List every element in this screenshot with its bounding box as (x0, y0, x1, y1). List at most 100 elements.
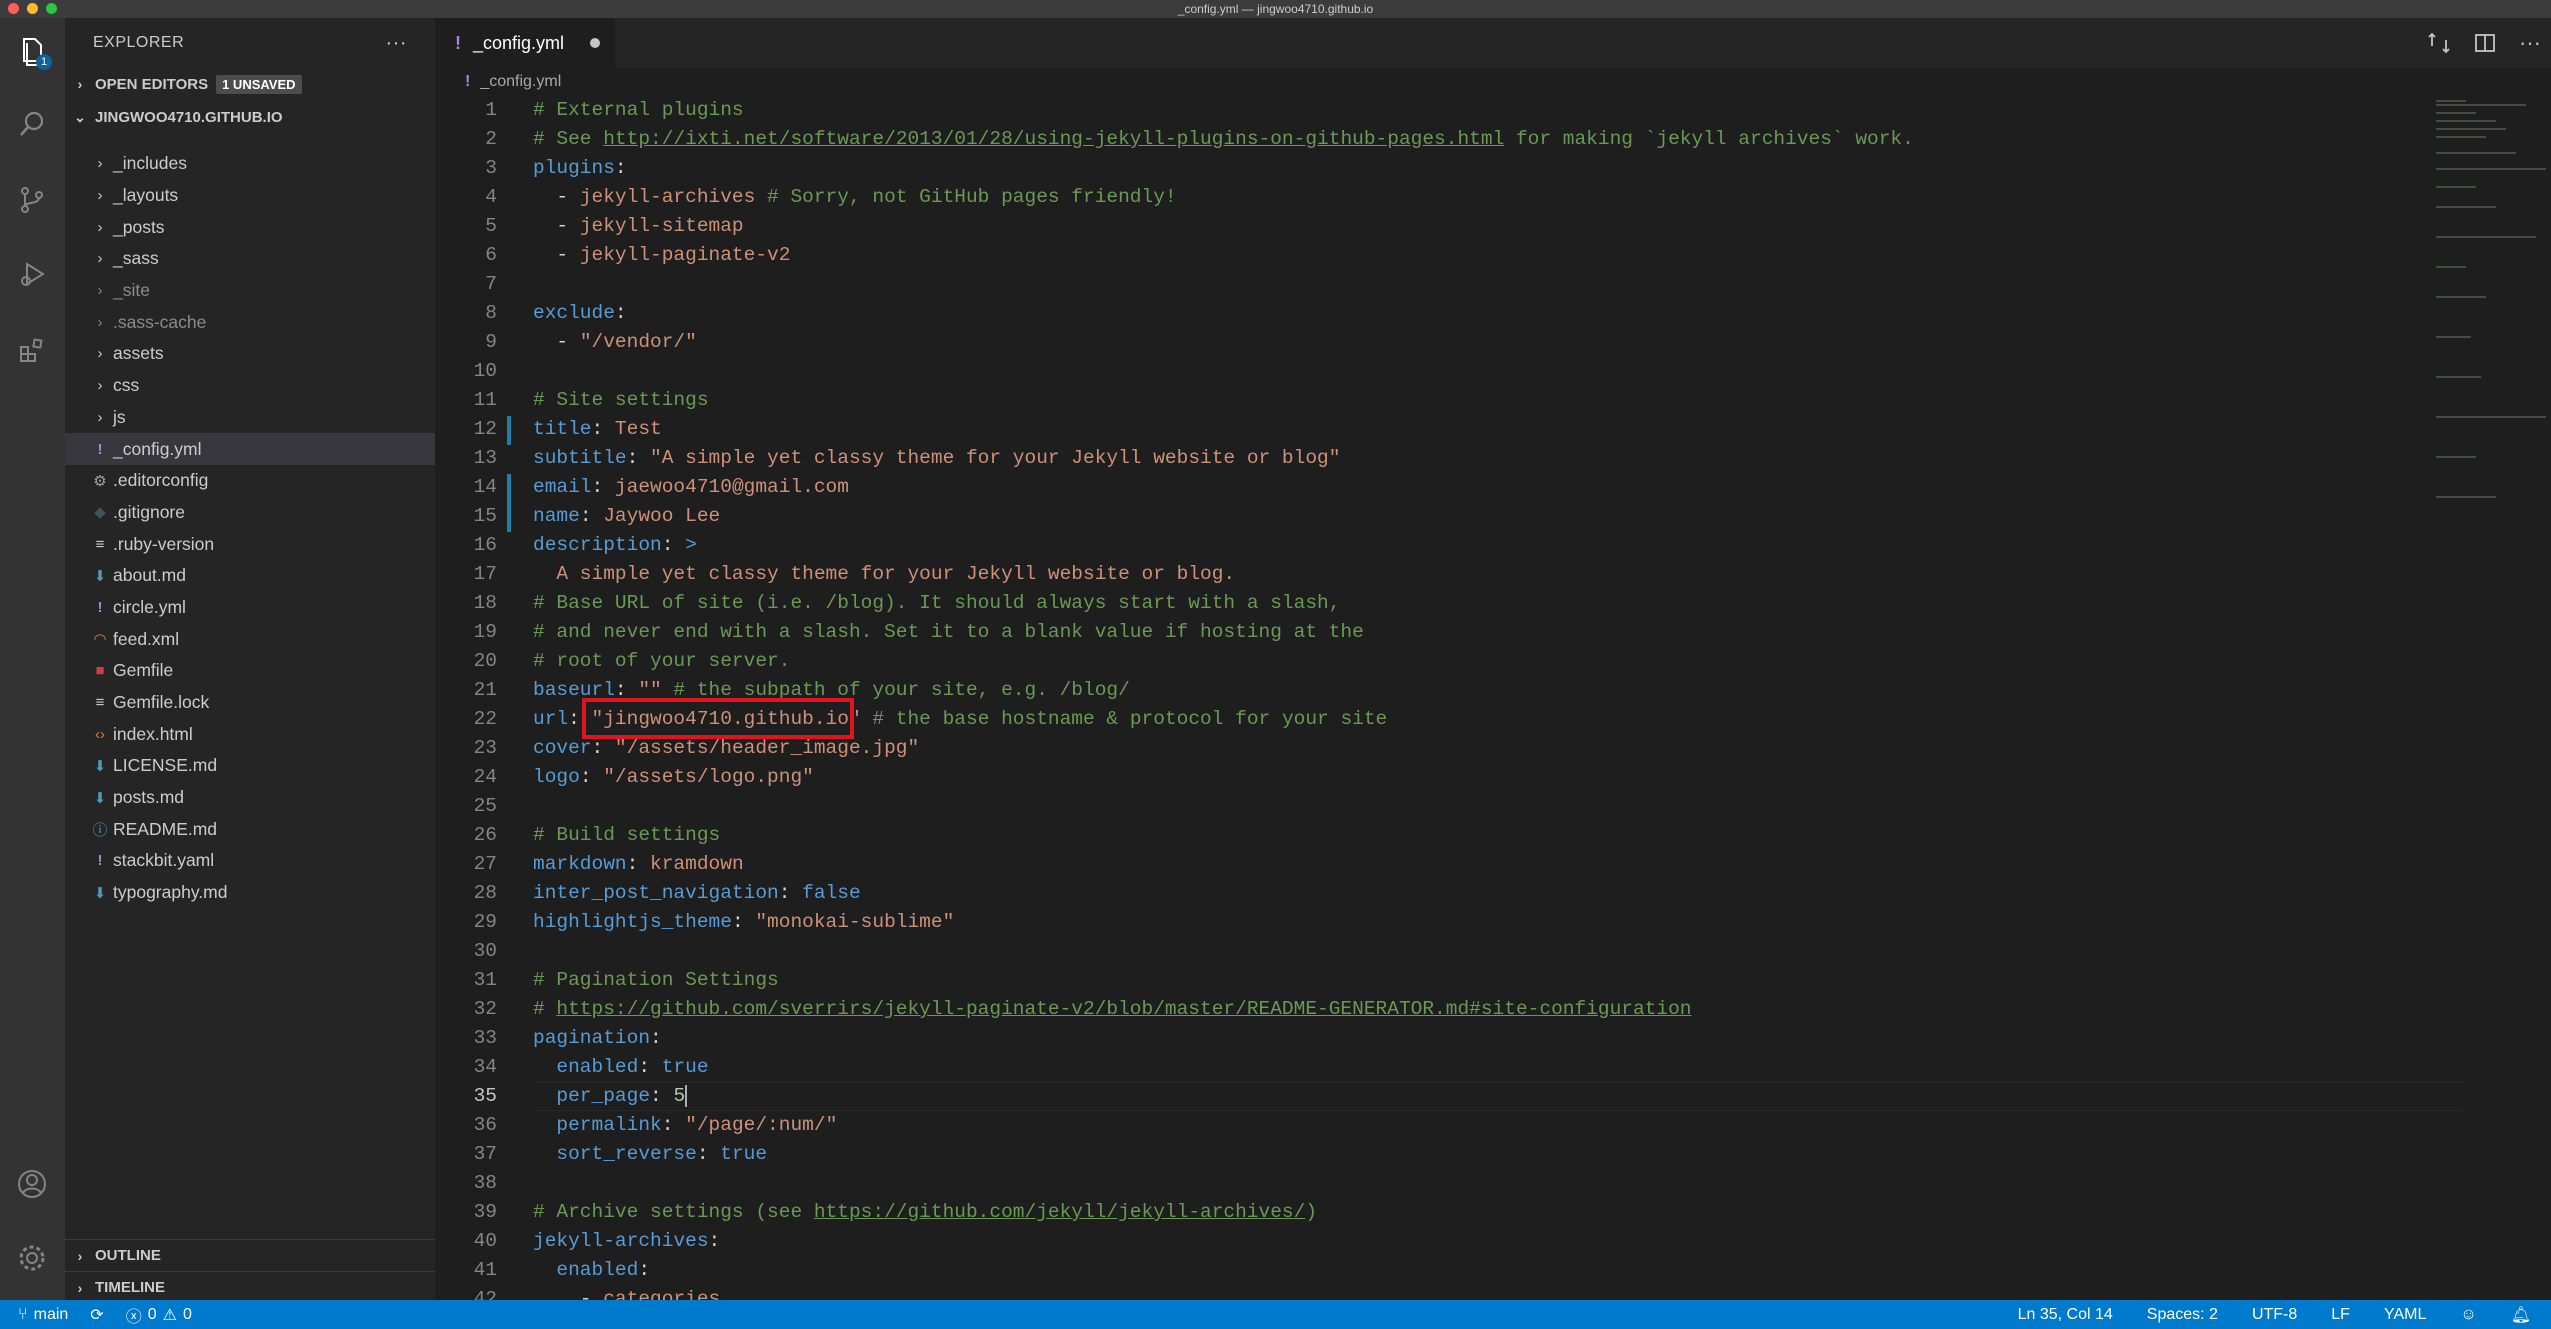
split-editor-icon[interactable] (2473, 31, 2497, 55)
info-file-icon: ⓘ (92, 821, 108, 839)
source-control-icon[interactable] (10, 178, 54, 222)
code-line: 31 # Pagination Settings (435, 966, 2435, 995)
tree-folder[interactable]: › _layouts (65, 180, 435, 212)
tree-file[interactable]: ! _config.yml (65, 433, 435, 465)
timeline-section[interactable]: › TIMELINE (65, 1271, 435, 1303)
code-line: 19 # and never end with a slash. Set it t… (435, 618, 2435, 647)
sync-icon[interactable]: ⟳ (90, 1305, 103, 1325)
warning-count: 0 (182, 1305, 192, 1323)
tree-file[interactable]: ‹› index.html (65, 718, 435, 750)
extensions-icon[interactable] (10, 328, 54, 372)
code-token: "A simple yet classy theme for your Jeky… (650, 447, 1341, 469)
code-token: jaewoo4710@gmail.com (614, 476, 849, 498)
zoom-window-button[interactable] (46, 3, 57, 14)
code-editor[interactable]: 1 # External plugins 2 # See http://ixti.n… (435, 96, 2551, 1300)
minimize-window-button[interactable] (27, 3, 38, 14)
tree-folder[interactable]: › _sass (65, 243, 435, 275)
tree-file[interactable]: ◆ .gitignore (65, 497, 435, 529)
code-token: "/assets/header_image.jpg" (614, 737, 920, 759)
run-debug-icon[interactable] (10, 252, 54, 296)
line-number: 12 (473, 418, 497, 440)
explorer-icon[interactable]: 1 (10, 30, 54, 74)
tree-file[interactable]: ⓘ README.md (65, 813, 435, 845)
tree-file[interactable]: ≡ .ruby-version (65, 528, 435, 560)
code-line: 35 per_page: 5 (435, 1082, 2435, 1111)
tree-file[interactable]: ! stackbit.yaml (65, 845, 435, 877)
tree-folder[interactable]: › assets (65, 338, 435, 370)
tree-folder-label: .sass-cache (113, 311, 207, 332)
rss-file-icon: ◠ (93, 631, 107, 649)
settings-gear-icon[interactable] (10, 1236, 54, 1280)
account-icon[interactable] (10, 1162, 54, 1206)
line-number: 10 (473, 360, 497, 382)
tree-file[interactable]: ⚙ .editorconfig (65, 465, 435, 497)
window-title: _config.yml — jingwoo4710.github.io (1177, 2, 1374, 16)
code-line: 26 # Build settings (435, 821, 2435, 850)
code-token: # (533, 998, 557, 1020)
tree-file-label: about.md (113, 565, 186, 586)
branch-status[interactable]: ⑂ main (18, 1306, 68, 1324)
gear-file-icon: ⚙ (93, 472, 107, 490)
tree-file[interactable]: ⬇ LICENSE.md (65, 750, 435, 782)
notifications-bell-icon[interactable]: 🔔︎ (2511, 1305, 2531, 1325)
explorer-more-button[interactable]: ··· (386, 32, 407, 55)
code-token: logo (533, 766, 580, 788)
line-number: 39 (473, 1201, 497, 1223)
tree-folder[interactable]: › _posts (65, 211, 435, 243)
more-actions-icon[interactable]: ··· (2519, 30, 2541, 56)
tree-file[interactable]: ◠ feed.xml (65, 623, 435, 655)
close-window-button[interactable] (8, 3, 19, 14)
code-token: kramdown (650, 853, 744, 875)
language-mode[interactable]: YAML (2384, 1306, 2426, 1324)
code-link[interactable]: https://github.com/jekyll/jekyll-archive… (814, 1201, 1305, 1223)
tree-file-label: _config.yml (113, 438, 202, 459)
line-number: 18 (473, 592, 497, 614)
code-line: 32 # https://github.com/sverrirs/jekyll-p… (435, 995, 2435, 1024)
eol-status[interactable]: LF (2331, 1306, 2350, 1324)
tree-folder[interactable]: › _includes (65, 148, 435, 180)
feedback-icon[interactable]: ☺ (2460, 1306, 2476, 1324)
code-token: markdown (533, 853, 627, 875)
code-token: inter_post_navigation (533, 882, 779, 904)
code-line: 36 permalink: "/page/:num/" (435, 1111, 2435, 1140)
cursor-position[interactable]: Ln 35, Col 14 (2018, 1306, 2113, 1324)
code-token: sort_reverse (556, 1143, 697, 1165)
breadcrumb-file[interactable]: _config.yml (480, 73, 561, 91)
tree-folder-label: _site (113, 280, 150, 301)
code-link[interactable]: https://github.com/sverrirs/jekyll-pagin… (556, 998, 1691, 1020)
indentation-status[interactable]: Spaces: 2 (2147, 1306, 2218, 1324)
code-line: 14 email: jaewoo4710@gmail.com (435, 473, 2435, 502)
chevron-right-icon: › (77, 76, 83, 92)
tree-file[interactable]: ⬇ posts.md (65, 782, 435, 814)
tree-folder-label: assets (113, 343, 164, 364)
tree-folder[interactable]: › .sass-cache (65, 306, 435, 338)
code-token: cover (533, 737, 592, 759)
open-changes-icon[interactable] (2427, 31, 2451, 55)
code-link[interactable]: http://ixti.net/software/2013/01/28/usin… (603, 128, 1504, 150)
outline-section[interactable]: › OUTLINE (65, 1239, 435, 1271)
workspace-section[interactable]: ⌄ JINGWOO4710.GITHUB.IO (65, 100, 435, 134)
timeline-label: TIMELINE (95, 1279, 165, 1296)
editor-tab-bar: ! _config.yml ··· (435, 18, 2551, 68)
tree-folder[interactable]: › css (65, 370, 435, 402)
encoding-status[interactable]: UTF-8 (2252, 1306, 2297, 1324)
tree-folder[interactable]: › js (65, 402, 435, 434)
line-number: 37 (473, 1143, 497, 1165)
line-number: 17 (473, 563, 497, 585)
tree-file[interactable]: ⬇ about.md (65, 560, 435, 592)
problems-status[interactable]: ⓧ 0 ⚠ 0 (126, 1303, 192, 1327)
tree-folder[interactable]: › _site (65, 275, 435, 307)
tree-file[interactable]: ≡ Gemfile.lock (65, 687, 435, 719)
minimap[interactable] (2426, 96, 2551, 516)
tree-file[interactable]: ■ Gemfile (65, 655, 435, 687)
code-token: for making `jekyll archives` work. (1504, 128, 1914, 150)
file-tree: › _includes › _layouts › _posts › _sass › _si… (65, 148, 435, 909)
unsaved-dot-icon[interactable] (590, 38, 601, 48)
open-editors-section[interactable]: › OPEN EDITORS 1 UNSAVED (65, 68, 435, 100)
highlight-annotation-box (582, 698, 854, 739)
code-line: 9 - "/vendor/" (435, 328, 2435, 357)
search-icon[interactable] (10, 102, 54, 146)
tab-config-yml[interactable]: ! _config.yml (435, 18, 615, 68)
tree-file[interactable]: ! circle.yml (65, 592, 435, 624)
tree-file[interactable]: ⬇ typography.md (65, 877, 435, 909)
